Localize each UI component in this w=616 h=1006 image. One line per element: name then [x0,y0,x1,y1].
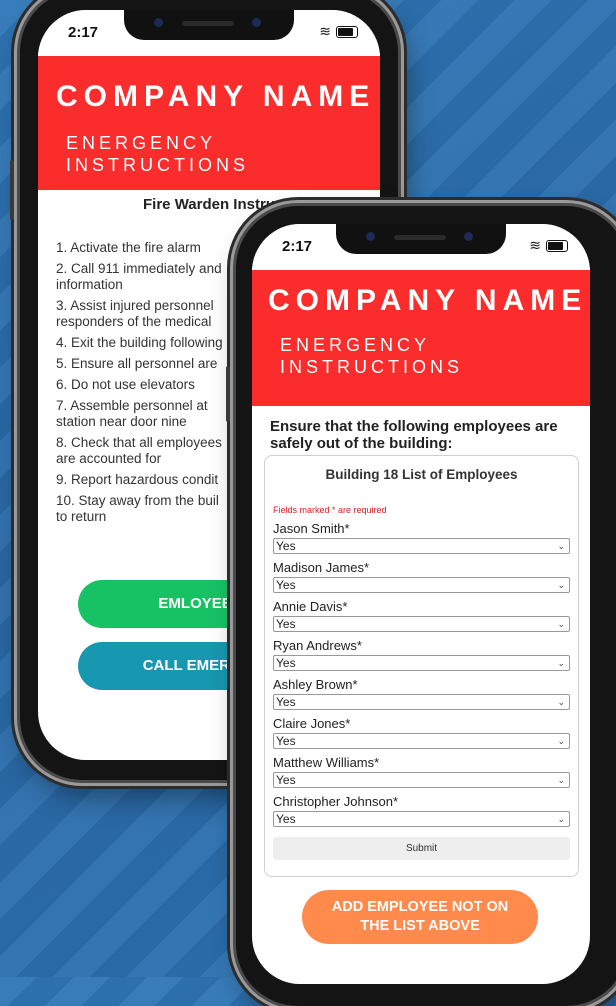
wifi-icon: ≋ [529,237,541,253]
add-employee-label: ADD EMPLOYEE NOT ON THE LIST ABOVE [331,899,509,934]
sensor-icon [464,232,473,241]
subtitle-line-2: INSTRUCTIONS [280,357,463,377]
status-icons: ≋ [319,23,358,40]
subtitle-line-2: INSTRUCTIONS [66,155,249,175]
chevron-down-icon: ⌄ [557,619,565,629]
status-select[interactable]: Yes ⌄ [273,733,570,749]
employee-form: Building 18 List of Employees Fields mar… [264,455,579,877]
status-icons: ≋ [529,237,568,254]
chevron-down-icon: ⌄ [557,775,565,785]
front-phone-screen: 2:17 ≋ COMPANY NAME ENERGENCY INSTRUCTIO… [252,224,590,984]
speaker-grille [394,235,446,240]
status-time: 2:17 [282,238,313,255]
required-note: Fields marked * are required [273,505,387,515]
company-name: COMPANY NAME [268,284,588,317]
field-label: Ryan Andrews* [273,638,362,653]
chevron-down-icon: ⌄ [557,697,565,707]
status-time: 2:17 [68,24,99,41]
chevron-down-icon: ⌄ [557,814,565,824]
add-employee-button[interactable]: ADD EMPLOYEE NOT ON THE LIST ABOVE [302,890,538,944]
status-select[interactable]: Yes ⌄ [273,811,570,827]
camera-icon [154,18,163,27]
chevron-down-icon: ⌄ [557,658,565,668]
field-label: Christopher Johnson* [273,794,399,809]
side-button [226,366,230,422]
sensor-icon [252,18,261,27]
form-title: Building 18 List of Employees [325,467,518,482]
wifi-icon: ≋ [319,23,331,39]
status-select[interactable]: Yes ⌄ [273,772,570,788]
status-select[interactable]: Yes ⌄ [273,694,570,710]
status-select[interactable]: Yes ⌄ [273,616,570,632]
subtitle-line-1: ENERGENCY [66,133,217,153]
submit-button[interactable]: Submit [273,837,570,860]
battery-icon [546,239,568,252]
chevron-down-icon: ⌄ [557,580,565,590]
notch [336,224,506,254]
company-name: COMPANY NAME [56,80,376,113]
status-select[interactable]: Yes ⌄ [273,577,570,593]
speaker-grille [182,21,234,26]
field-label: Madison James* [273,560,370,575]
field-label: Annie Davis* [273,599,348,614]
app-header: COMPANY NAME ENERGENCY INSTRUCTIONS [252,270,590,406]
field-label: Jason Smith* [273,521,350,536]
notch [124,10,294,40]
page-heading: Ensure that the following employees are … [270,418,558,452]
field-label: Claire Jones* [273,716,351,731]
chevron-down-icon: ⌄ [557,541,565,551]
status-select[interactable]: Yes ⌄ [273,538,570,554]
camera-icon [366,232,375,241]
app-header: COMPANY NAME ENERGENCY INSTRUCTIONS [38,56,380,190]
field-label: Ashley Brown* [273,677,358,692]
status-select[interactable]: Yes ⌄ [273,655,570,671]
battery-icon [336,25,358,38]
front-phone: 2:17 ≋ COMPANY NAME ENERGENCY INSTRUCTIO… [226,206,616,1006]
side-button [10,160,14,220]
field-label: Matthew Williams* [273,755,380,770]
subtitle-line-1: ENERGENCY [280,335,431,355]
chevron-down-icon: ⌄ [557,736,565,746]
